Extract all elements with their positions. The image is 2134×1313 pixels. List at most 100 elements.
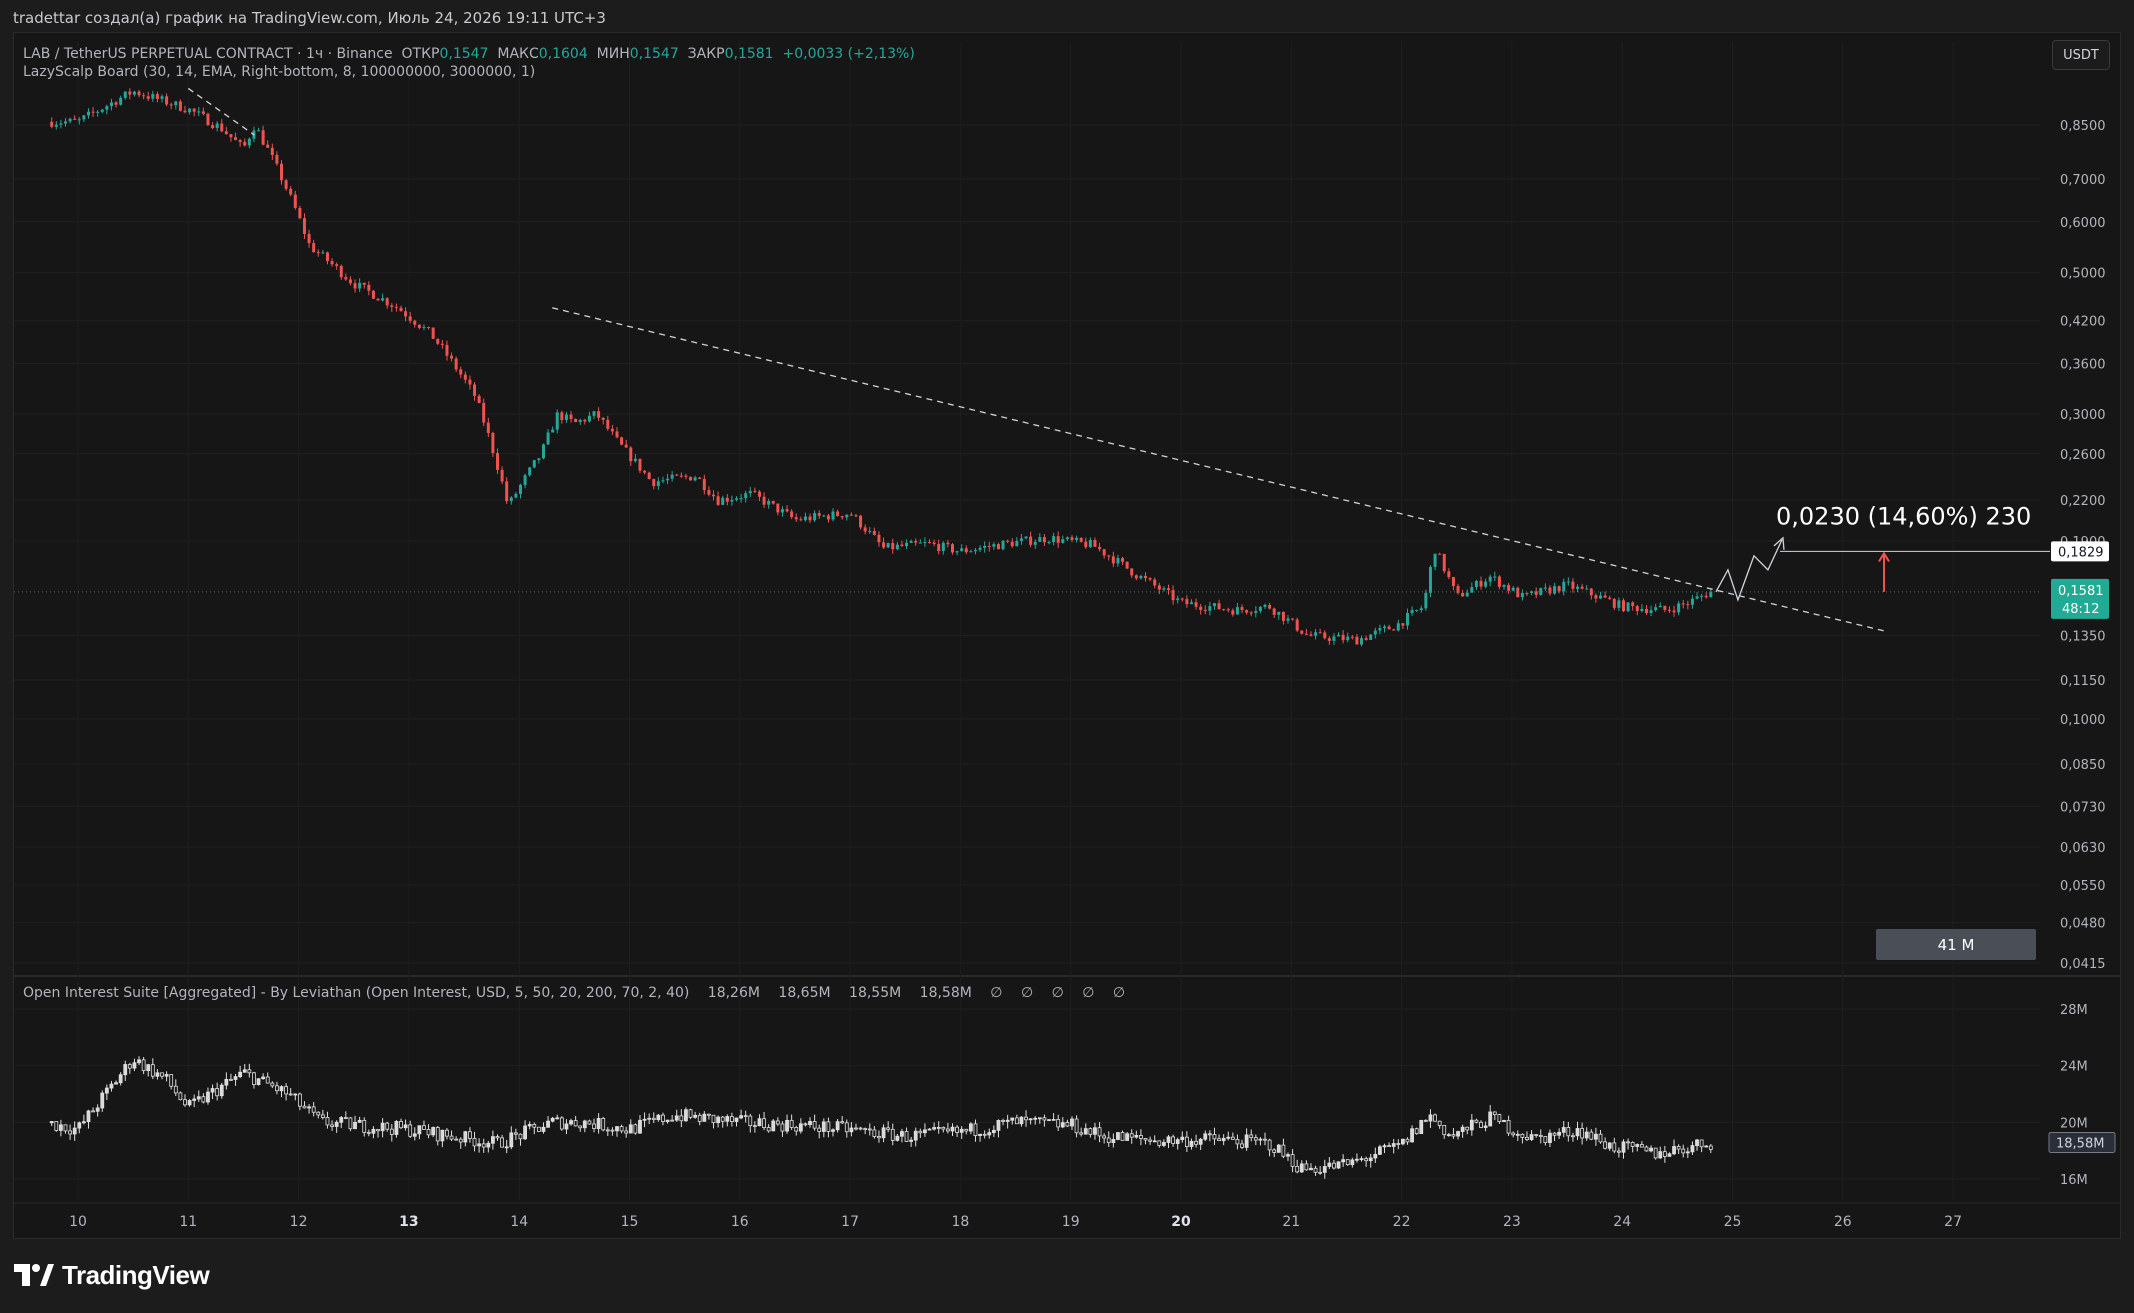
oi-bar	[592, 1123, 596, 1129]
candle-body	[427, 327, 431, 329]
oi-bar	[1639, 1144, 1644, 1148]
oi-bar	[913, 1130, 918, 1141]
oi-bar	[739, 1115, 743, 1119]
candle-body	[1474, 580, 1478, 588]
oi-bar	[1120, 1132, 1125, 1141]
chart-canvas[interactable]: 0,8500 0,7000 0,6000 0,5000 0,4200 0,3600 0,30…	[0, 0, 2134, 1313]
candle-body	[183, 110, 187, 113]
candle-body	[390, 305, 394, 307]
current-price-label: 0,1581	[2058, 584, 2104, 599]
oi-bar	[573, 1120, 578, 1127]
oi-bar	[1106, 1137, 1111, 1143]
candle-body	[1516, 587, 1520, 598]
candle-body	[1084, 541, 1088, 548]
oi-bar	[1437, 1120, 1442, 1126]
candle-body	[482, 402, 486, 423]
candle-body	[1576, 586, 1580, 589]
candle-body	[1309, 634, 1313, 636]
oi-bar	[725, 1116, 730, 1122]
candle-body	[656, 481, 660, 487]
oi-bar	[1116, 1132, 1120, 1140]
oi-bar	[334, 1121, 339, 1127]
candle-body	[1419, 608, 1423, 611]
candle-body	[1677, 603, 1681, 613]
oi-bar	[1249, 1134, 1254, 1138]
candle-body	[1107, 555, 1111, 557]
candle-body	[1447, 571, 1451, 578]
oi-bar	[978, 1133, 982, 1136]
oi-bar	[320, 1114, 325, 1118]
candle-body	[339, 265, 343, 278]
candle-body	[353, 283, 357, 289]
oi-bar	[81, 1121, 86, 1124]
candle-body	[1295, 619, 1299, 631]
price-tick-label: 0,1150	[2060, 674, 2106, 689]
candle-body	[1672, 610, 1676, 613]
oi-bar	[1203, 1133, 1208, 1140]
oi-bar	[219, 1084, 224, 1097]
oi-bar	[923, 1129, 927, 1134]
candle-body	[211, 125, 215, 129]
candle-body	[1277, 611, 1281, 615]
tradingview-logo[interactable]: TradingView	[14, 1260, 210, 1290]
oi-bar	[1051, 1118, 1056, 1121]
oi-bar	[1612, 1142, 1617, 1152]
candle-body	[1557, 586, 1561, 592]
candle-body	[597, 411, 601, 418]
candle-body	[1102, 549, 1106, 556]
oi-bar	[1603, 1141, 1608, 1149]
oi-bar	[1594, 1133, 1598, 1140]
candle-body	[1461, 592, 1465, 597]
oi-bar	[1148, 1139, 1153, 1142]
candle-body	[1654, 607, 1658, 611]
candle-body	[1180, 598, 1184, 600]
candle-body	[358, 282, 362, 289]
candle-body	[518, 484, 522, 494]
oi-bar	[155, 1072, 160, 1077]
oi-bar	[1152, 1140, 1157, 1143]
candle-body	[1410, 610, 1414, 614]
candle-body	[1350, 636, 1354, 638]
oi-bar	[996, 1120, 1001, 1131]
oi-bar	[376, 1128, 380, 1132]
currency-button[interactable]: USDT	[2052, 40, 2110, 70]
candle-body	[1428, 566, 1432, 593]
oi-bar	[1097, 1127, 1102, 1137]
oi-bar	[63, 1124, 68, 1132]
oi-title: Open Interest Suite [Aggregated] - By Le…	[23, 985, 690, 1001]
oi-bar	[1676, 1146, 1681, 1150]
grid	[14, 42, 2120, 1204]
oi-bar	[343, 1117, 348, 1119]
candle-body	[1019, 538, 1023, 541]
oi-bar	[569, 1120, 573, 1125]
candle-body	[454, 358, 458, 370]
oi-bar	[867, 1128, 872, 1131]
oi-bar	[275, 1085, 279, 1092]
oi-bar	[633, 1124, 638, 1134]
oi-bar	[1056, 1118, 1061, 1128]
candle-body	[983, 545, 987, 548]
candle-body	[583, 419, 587, 422]
oi-bar	[1139, 1135, 1143, 1139]
candle-body	[578, 419, 582, 422]
oi-bar	[1708, 1145, 1713, 1150]
oi-bar	[1102, 1135, 1107, 1139]
oi-bar	[1520, 1133, 1525, 1138]
oi-legend[interactable]: Open Interest Suite [Aggregated] - By Le…	[23, 985, 1139, 1001]
symbol-legend[interactable]: LAB / TetherUS PERPETUAL CONTRACT · 1ч ·…	[23, 44, 915, 64]
candle-body	[730, 499, 734, 502]
candle-body	[1525, 592, 1529, 594]
oi-bar	[1364, 1158, 1369, 1162]
oi-bar	[950, 1126, 955, 1132]
candle-body	[1640, 608, 1644, 612]
oi-bar	[1267, 1139, 1272, 1151]
oi-bar	[389, 1128, 394, 1135]
oi-bar	[187, 1100, 192, 1106]
oi-bar	[1166, 1136, 1171, 1143]
candle-body	[532, 460, 536, 468]
indicator-legend[interactable]: LazyScalp Board (30, 14, EMA, Right-bott…	[23, 64, 535, 80]
candle-body	[564, 414, 568, 421]
candle-body	[422, 327, 426, 329]
oi-bar	[1405, 1138, 1410, 1143]
oi-bar	[1456, 1131, 1460, 1137]
